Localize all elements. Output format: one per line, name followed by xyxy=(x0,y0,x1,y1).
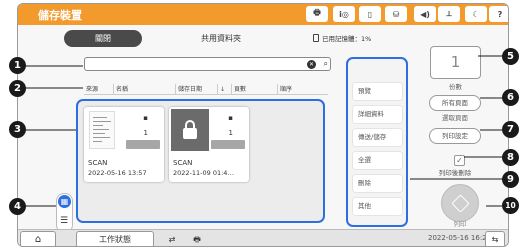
status-bar xyxy=(126,140,160,149)
select-all-button[interactable]: 全選 xyxy=(353,152,402,169)
status-bar xyxy=(211,140,245,149)
callout-5: 5 xyxy=(502,48,519,65)
printer-status-icon[interactable]: 🖶 xyxy=(306,6,328,22)
info-icon[interactable]: i◎ xyxy=(333,6,355,22)
copies-input[interactable]: 1 xyxy=(430,46,481,79)
callout-1: 1 xyxy=(9,57,26,74)
document-preview xyxy=(89,111,115,149)
close-tab-button[interactable]: 關閉 xyxy=(64,30,142,47)
clear-search-icon[interactable]: ✕ xyxy=(307,60,316,69)
folder-title: 共用資料夾 xyxy=(201,34,241,43)
column-header-row: 來源 名稱 儲存日期 ↓ 頁數 順序 xyxy=(84,84,328,95)
memory-icon xyxy=(313,34,319,42)
column-save-date[interactable]: 儲存日期 xyxy=(176,84,218,94)
search-icon[interactable]: ⌕ xyxy=(324,59,328,69)
bottom-bar: ⌂ 工作狀態 ⇄ 🖶 2022-05-16 16:20 ⇆ xyxy=(18,229,508,246)
file-list-area: ▪ 1 SCAN 2022-05-16 13:57 ▪ 1 SCAN 2022-… xyxy=(76,99,325,223)
callout-10: 10 xyxy=(502,197,519,214)
grid-view-icon[interactable]: ▦ xyxy=(58,195,71,208)
page-count: 1 xyxy=(143,129,148,137)
details-button[interactable]: 詳細資料 xyxy=(353,106,402,123)
view-toggle: ▦ ☰ xyxy=(56,193,73,233)
datetime: 2022-05-16 16:20 xyxy=(428,234,492,242)
file-date: 2022-05-16 13:57 xyxy=(88,169,147,177)
printer-icon[interactable]: 🖶 xyxy=(188,232,206,246)
file-thumbnail[interactable]: ▪ 1 SCAN 2022-05-16 13:57 xyxy=(84,107,164,182)
other-button[interactable]: 其他 xyxy=(353,198,402,215)
wifi-off-icon[interactable]: ⟂ xyxy=(438,6,460,22)
select-pages-label: 選取頁面 xyxy=(442,114,468,122)
screen-title: 儲存裝置 xyxy=(38,9,82,22)
top-bar: 儲存裝置 🖶 i◎ ▯ ⛁ ◀) ⟂ ☾ ? xyxy=(18,4,508,25)
storage-device-screen: 儲存裝置 🖶 i◎ ▯ ⛁ ◀) ⟂ ☾ ? 關閉 共用資料夾 已用記憶體：1%… xyxy=(17,3,509,247)
send-save-button[interactable]: 傳送/儲存 xyxy=(353,129,402,146)
transfer-icon[interactable]: ⇄ xyxy=(163,232,181,246)
copies-label: 份數 xyxy=(449,83,462,91)
file-name: SCAN xyxy=(173,159,193,167)
callout-4: 4 xyxy=(9,198,26,215)
delete-after-print-label: 列印後刪除 xyxy=(438,169,472,177)
help-icon[interactable]: ? xyxy=(489,6,508,22)
callout-9: 9 xyxy=(502,171,519,188)
search-input[interactable]: ✕ ⌕ xyxy=(84,57,331,71)
file-date: 2022-11-09 01:4… xyxy=(173,169,234,177)
column-source[interactable]: 來源 xyxy=(84,84,114,94)
list-view-icon[interactable]: ☰ xyxy=(60,216,68,226)
page-count: 1 xyxy=(228,129,233,137)
column-pages[interactable]: 頁數 xyxy=(232,84,278,94)
callout-7: 7 xyxy=(502,121,519,138)
print-settings-button[interactable]: 列印設定 xyxy=(429,128,481,144)
file-thumbnail[interactable]: ▪ 1 SCAN 2022-11-09 01:4… xyxy=(169,107,249,182)
column-name[interactable]: 名稱 xyxy=(114,84,176,94)
file-name: SCAN xyxy=(88,159,108,167)
scan-source-icon: ▪ xyxy=(228,114,233,122)
callout-2: 2 xyxy=(9,80,26,97)
delete-button[interactable]: 刪除 xyxy=(353,175,402,192)
preview-button[interactable]: 預覽 xyxy=(353,83,402,100)
memory-usage-label: 已用記憶體：1% xyxy=(322,35,372,43)
home-button[interactable]: ⌂ xyxy=(20,231,56,246)
delete-after-print-checkbox[interactable]: ✓ xyxy=(454,155,465,166)
volume-icon[interactable]: ◀) xyxy=(414,6,436,22)
callout-6: 6 xyxy=(502,89,519,106)
network-icon[interactable]: ⛁ xyxy=(385,6,407,22)
night-mode-icon[interactable]: ☾ xyxy=(465,6,487,22)
paper-icon[interactable]: ▯ xyxy=(359,6,381,22)
job-status-button[interactable]: 工作狀態 xyxy=(76,231,154,246)
start-icon xyxy=(451,194,470,213)
all-pages-button[interactable]: 所有頁面 xyxy=(429,95,481,111)
side-menu: 預覽 詳細資料 傳送/儲存 全選 刪除 其他 xyxy=(346,57,408,227)
print-button[interactable] xyxy=(441,184,479,222)
lock-icon xyxy=(171,109,209,151)
callout-8: 8 xyxy=(502,149,519,166)
scan-source-icon: ▪ xyxy=(143,114,148,122)
sort-down-icon[interactable]: ↓ xyxy=(218,84,232,94)
memory-usage: 已用記憶體：1% xyxy=(313,33,371,43)
callout-3: 3 xyxy=(9,121,26,138)
network-status-icon[interactable]: ⇆ xyxy=(485,231,505,246)
column-order[interactable]: 順序 xyxy=(278,84,328,94)
print-label: 列印 xyxy=(453,220,467,228)
